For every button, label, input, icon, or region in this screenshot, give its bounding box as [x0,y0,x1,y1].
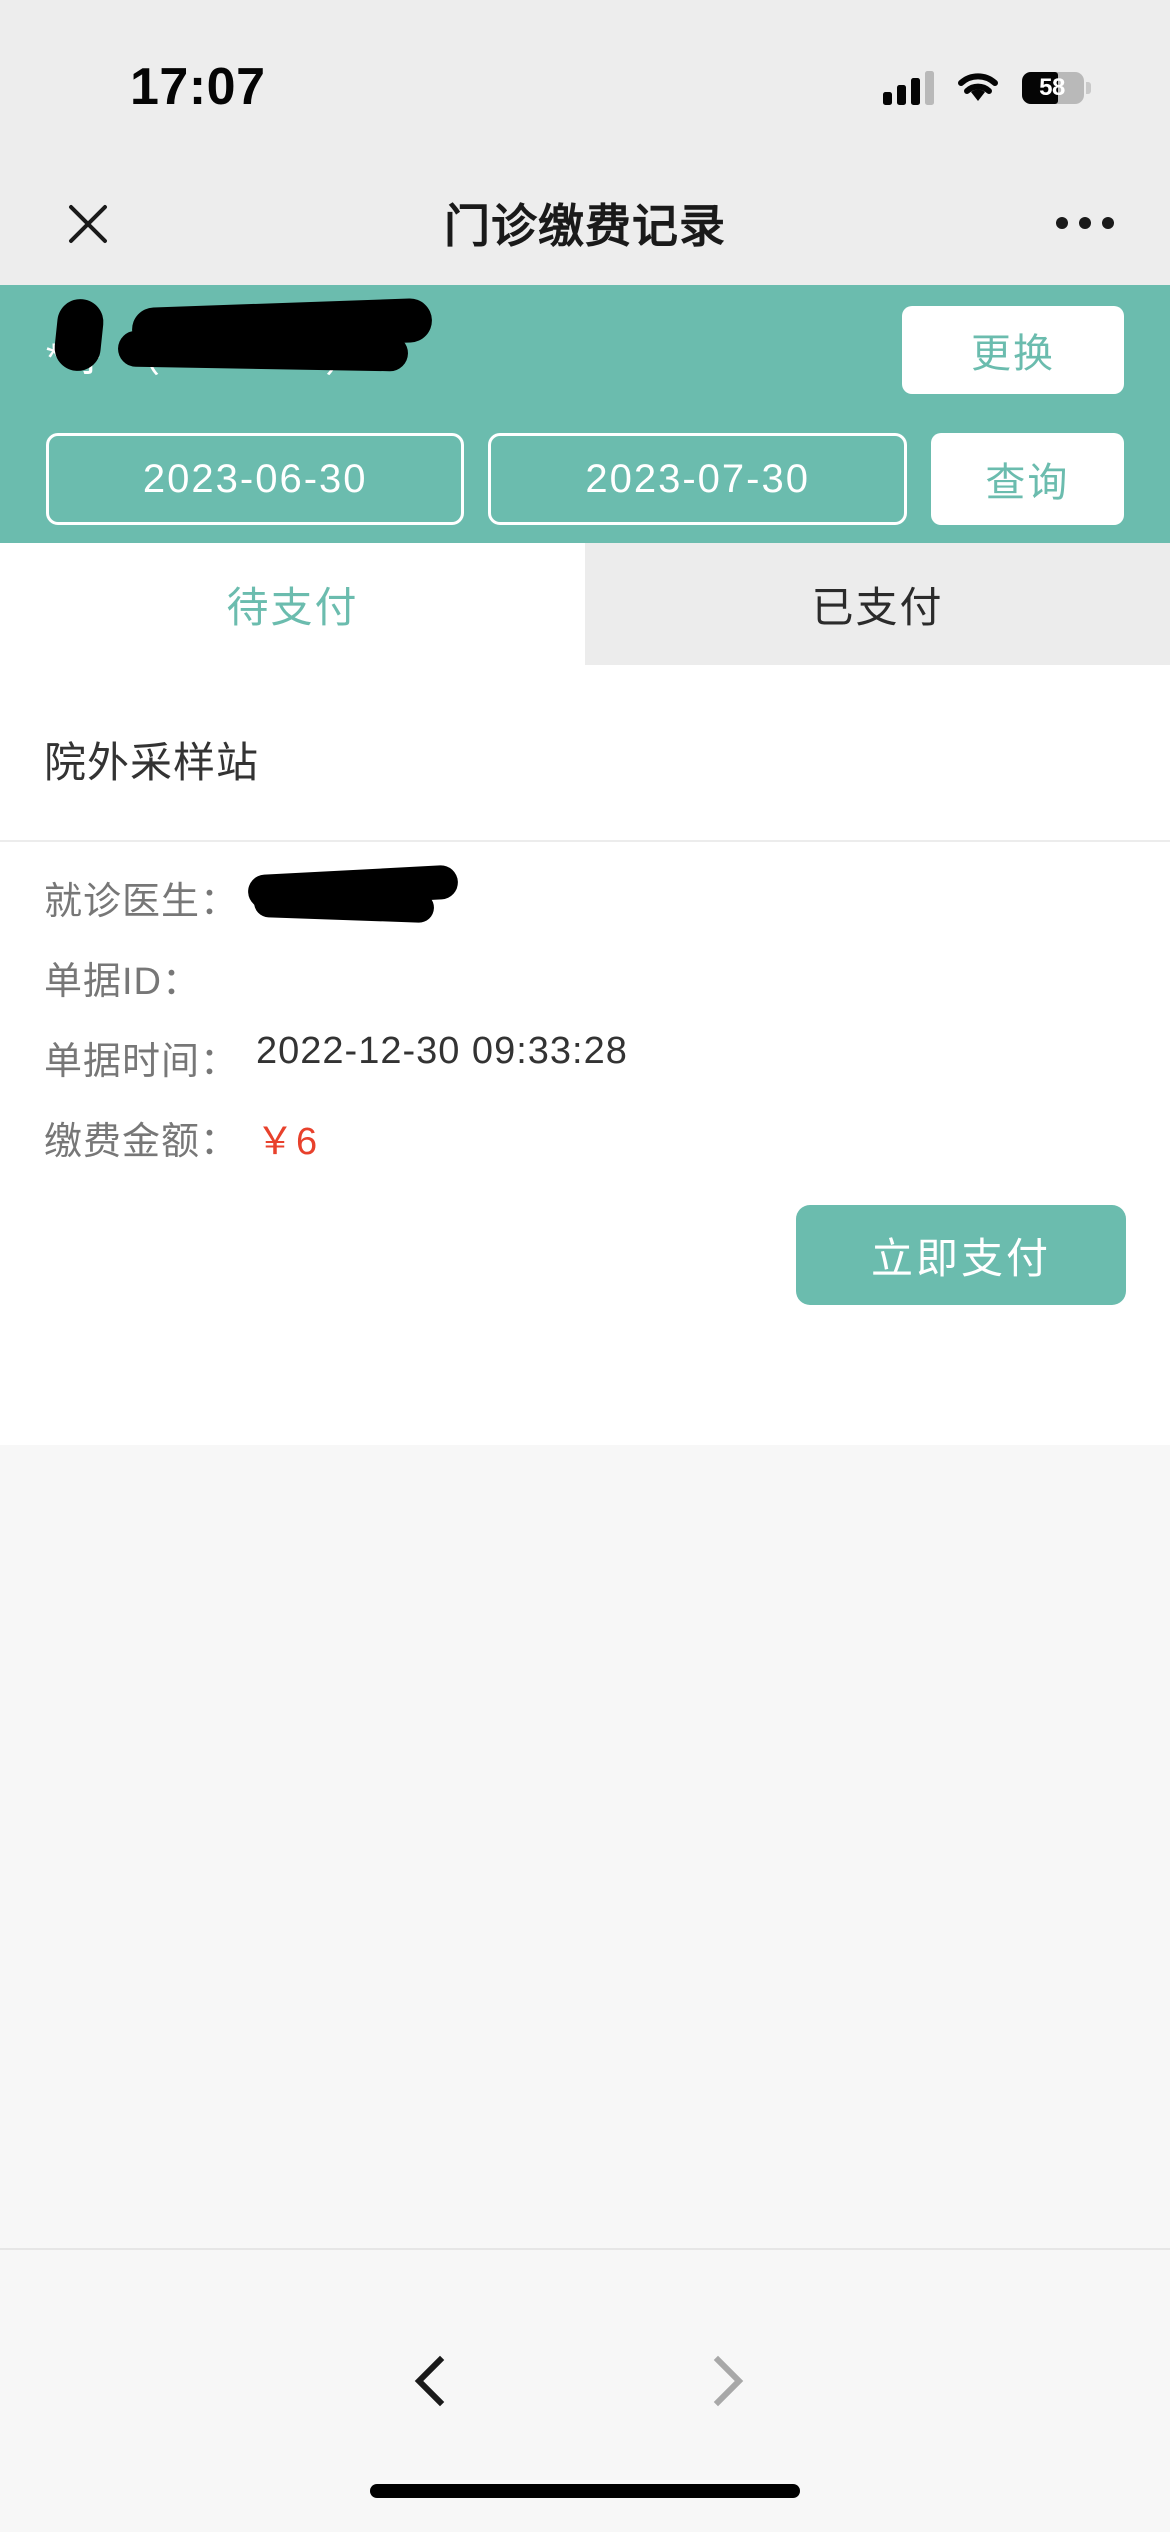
change-patient-button[interactable]: 更换 [902,306,1124,394]
patient-row: **扌（ ） 更换 [0,285,1170,415]
field-label: 就诊医生： [44,881,240,923]
wifi-icon [956,71,1000,105]
status-bar-indicators: 58 [883,71,1091,105]
browser-bottom-bar [0,2248,1170,2532]
page-title: 门诊缴费记录 [444,199,726,252]
tab-pending-payment[interactable]: 待支付 [0,543,585,665]
redaction-mark [253,886,435,924]
chevron-right-icon[interactable] [700,2354,754,2408]
status-bar: 17:07 58 [0,0,1170,160]
nav-bar: 门诊缴费记录 [0,160,1170,285]
end-date-input[interactable]: 2023-07-30 [488,433,907,525]
record-fields: 就诊医生： 单据ID： 单据时间： 2022-12-30 09:33:28 缴费… [44,864,1126,1190]
phone-screen: 17:07 58 门诊缴费记录 **扌（ 更换 2023-06-30 2023-… [0,0,1170,2532]
payment-record-card: 院外采样站 就诊医生： 单据ID： 单据时间： 2022-12-30 09:33… [0,665,1170,1445]
card-divider [0,840,1170,842]
empty-area [0,1445,1170,2248]
field-label: 缴费金额： [44,1121,240,1163]
filter-header: **扌（ ） 更换 2023-06-30 2023-07-30 查询 [0,285,1170,543]
field-row-receipt-id: 单据ID： [44,950,1126,1030]
home-indicator [370,2484,800,2498]
field-row-doctor: 就诊医生： [44,864,1126,950]
start-date-input[interactable]: 2023-06-30 [46,433,465,525]
query-button[interactable]: 查询 [930,433,1124,525]
tab-paid[interactable]: 已支付 [585,543,1170,665]
payment-amount: ￥6 [256,1121,320,1163]
battery-icon: 58 [1022,72,1091,104]
cellular-signal-icon [883,71,934,105]
redaction-mark [117,330,409,372]
date-filter-row: 2023-06-30 2023-07-30 查询 [0,415,1170,543]
payment-status-tabs: 待支付 已支付 [0,543,1170,665]
record-title: 院外采样站 [44,739,260,786]
field-value: 2022-12-30 09:33:28 [256,1030,628,1072]
field-label: 单据时间： [44,1041,240,1083]
pay-now-button[interactable]: 立即支付 [796,1205,1126,1305]
field-row-amount: 缴费金额： ￥6 [44,1110,1126,1190]
more-options-icon[interactable] [1056,216,1114,229]
field-label: 单据ID： [44,961,202,1003]
status-bar-time: 17:07 [130,58,266,116]
chevron-left-icon[interactable] [404,2354,458,2408]
battery-level-label: 58 [1039,74,1065,101]
field-row-receipt-time: 单据时间： 2022-12-30 09:33:28 [44,1030,1126,1110]
